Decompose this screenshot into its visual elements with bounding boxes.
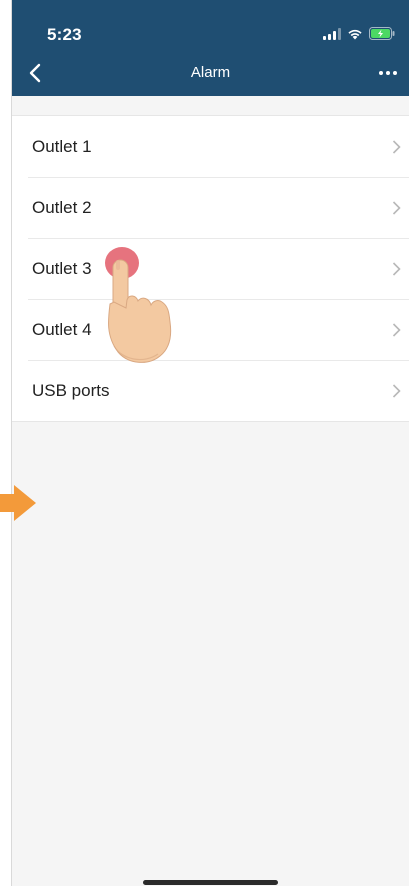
status-bar: 5:23 <box>12 0 409 50</box>
chevron-right-icon <box>392 261 401 276</box>
list-item-label: Outlet 3 <box>32 258 92 278</box>
list-item-outlet-4[interactable]: Outlet 4 <box>12 299 409 360</box>
more-horizontal-icon <box>379 71 383 75</box>
chevron-right-icon <box>392 200 401 215</box>
page-title: Alarm <box>190 64 231 81</box>
list-item-outlet-1[interactable]: Outlet 1 <box>12 116 409 177</box>
page: 5:23 Alarm Outlet 1 Outlet 2 Outlet 3 Ou… <box>0 0 409 886</box>
list-item-label: Outlet 4 <box>32 319 92 339</box>
battery-charging-icon <box>369 27 395 40</box>
more-options-button[interactable] <box>371 58 405 88</box>
list-item-label: Outlet 1 <box>32 136 92 156</box>
list-item-label: USB ports <box>32 380 110 400</box>
phone-screen: 5:23 Alarm Outlet 1 Outlet 2 Outlet 3 Ou… <box>12 0 409 886</box>
wifi-icon <box>347 28 363 40</box>
chevron-right-icon <box>392 322 401 337</box>
status-icons <box>323 27 395 40</box>
list-item-usb-ports[interactable]: USB ports <box>12 360 409 421</box>
orange-arrow-icon <box>0 485 36 521</box>
outlet-list: Outlet 1 Outlet 2 Outlet 3 Outlet 4 USB … <box>12 115 409 422</box>
list-item-outlet-3[interactable]: Outlet 3 <box>12 238 409 299</box>
left-gutter <box>0 0 11 886</box>
status-time: 5:23 <box>47 25 82 44</box>
cellular-signal-icon <box>323 28 341 40</box>
chevron-right-icon <box>392 139 401 154</box>
list-item-outlet-2[interactable]: Outlet 2 <box>12 177 409 238</box>
navigation-bar: Alarm <box>12 50 409 96</box>
hand-tap-icon <box>105 247 172 363</box>
list-item-label: Outlet 2 <box>32 197 92 217</box>
home-indicator[interactable] <box>143 880 278 885</box>
chevron-right-icon <box>392 383 401 398</box>
